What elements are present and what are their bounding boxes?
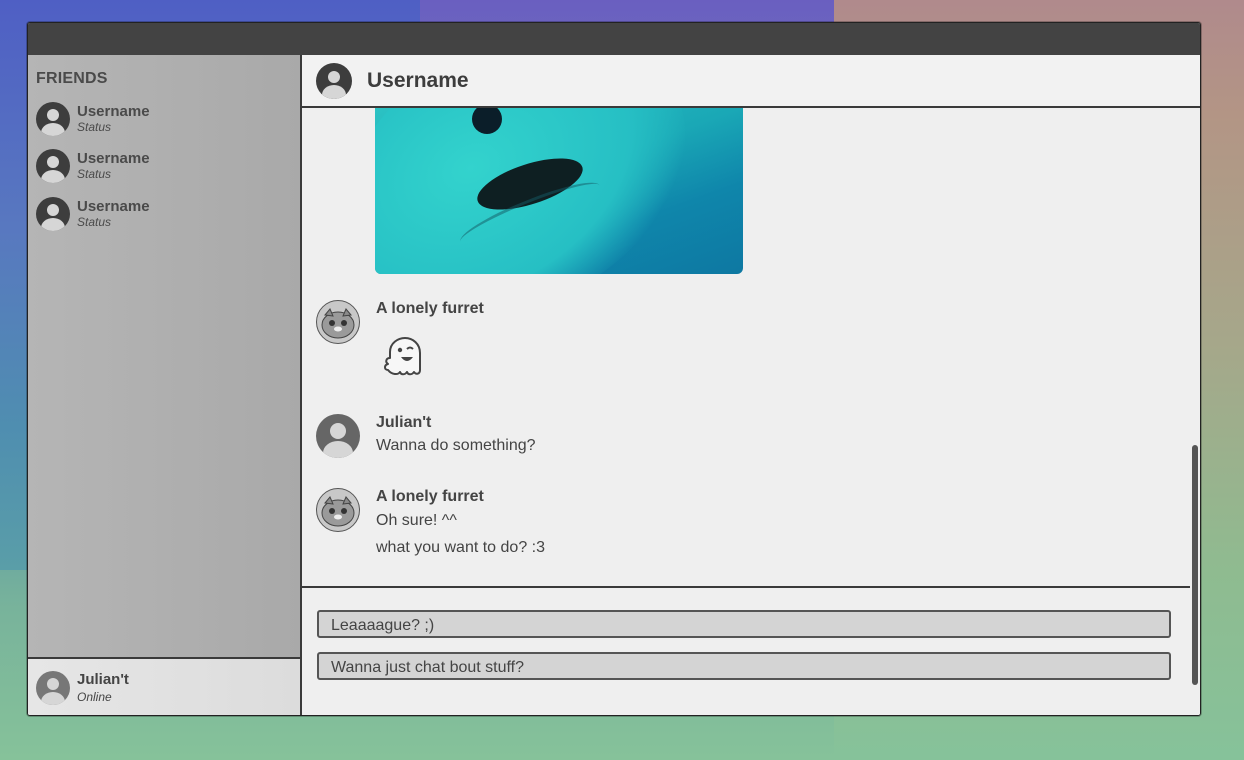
message-author: A lonely furret [376,488,484,505]
self-name: Julian't [77,671,129,688]
shark-image [375,108,743,274]
message-author: Julian't [376,414,432,431]
message-text: what you want to do? :3 [376,539,545,556]
reply-choice-button[interactable]: Leaaaague? ;) [317,610,1171,638]
divider [302,586,1190,588]
friend-name: Username [77,150,150,167]
friends-heading: FRIENDS [36,70,108,87]
self-status: Online [77,690,112,704]
contact-avatar-icon [316,63,352,99]
ghost-wink-icon [378,332,428,382]
chat-title: Username [367,69,469,92]
friend-status: Status [77,215,112,229]
friend-item[interactable]: Username Status [36,147,286,187]
message-text: Oh sure! ^^ [376,512,457,529]
furret-avatar-icon [316,488,360,532]
scrollbar-thumb[interactable] [1192,445,1198,685]
furret-avatar-icon [316,300,360,344]
friend-status: Status [77,120,112,134]
friend-item[interactable]: Username Status [36,195,286,235]
message-text: Wanna do something? [376,437,536,454]
user-avatar-icon [36,102,70,136]
reply-choice-button[interactable]: Wanna just chat bout stuff? [317,652,1171,680]
friend-name: Username [77,198,150,215]
friend-status: Status [77,167,112,181]
friend-name: Username [77,103,150,120]
chat-window: FRIENDS Username Status Username Status … [27,22,1201,716]
self-profile-panel[interactable]: Julian't Online [28,657,300,715]
friend-item[interactable]: Username Status [36,100,286,140]
self-avatar-icon [36,671,70,705]
user-avatar-icon [36,149,70,183]
chat-header: Username [302,55,1200,108]
message-author: A lonely furret [376,300,484,317]
message-list[interactable]: A lonely furret Julian't Wanna do someth… [302,108,1200,586]
user-avatar-icon [36,197,70,231]
chat-panel: Username A lonely furret Julian't Wanna … [302,55,1200,715]
user-avatar-icon [316,414,360,458]
title-bar[interactable] [28,23,1200,56]
friends-sidebar: FRIENDS Username Status Username Status … [28,55,302,715]
